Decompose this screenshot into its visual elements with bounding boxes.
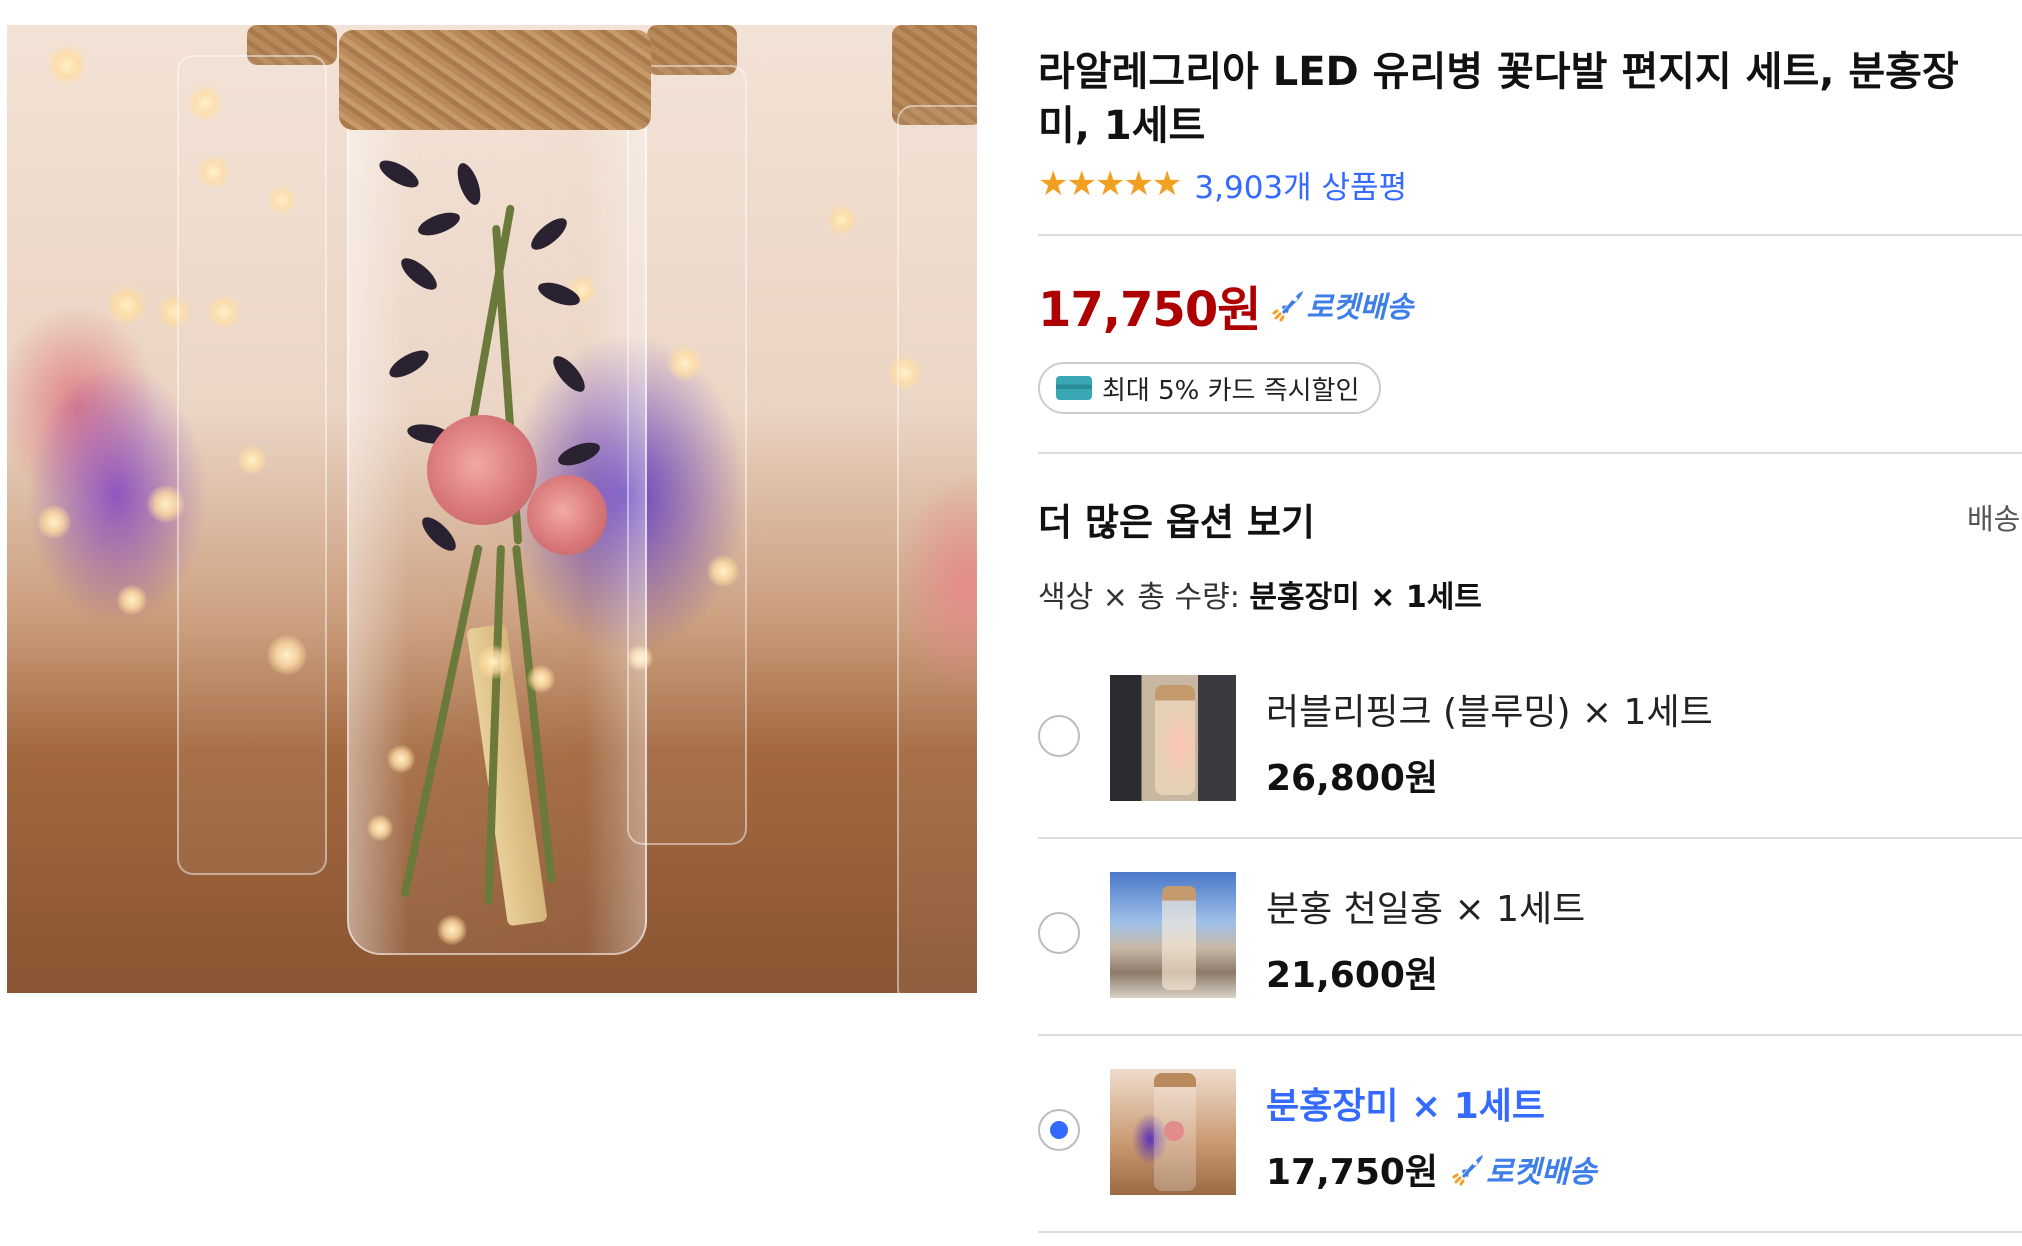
option-thumbnail [1110,675,1236,801]
divider [1038,1231,2022,1233]
option-row[interactable]: 분홍 천일홍 × 1세트 21,600원 [1038,840,2022,1036]
card-discount-text: 최대 5% 카드 즉시할인 [1102,375,1360,406]
product-title: 라알레그리아 LED 유리병 꽃다발 편지지 세트, 분홍장미, 1세트 [1038,49,1959,149]
option-thumbnail [1110,1069,1236,1195]
rocket-delivery-badge: 로켓배송 [1452,1147,1596,1191]
divider [1038,837,2022,839]
option-row[interactable]: 러블리핑크 (블루밍) × 1세트 26,800원 [1038,643,2022,839]
rating-row[interactable]: ★★★★★ 3,903개 상품평 [1038,162,1407,207]
rocket-icon [1452,1152,1486,1186]
option-radio[interactable] [1038,715,1080,757]
product-price: 17,750원 [1038,282,1261,338]
review-count-link[interactable]: 3,903개 상품평 [1194,162,1407,207]
card-discount-badge[interactable]: 최대 5% 카드 즉시할인 [1038,362,1382,414]
option-price: 21,600원 [1266,955,1439,996]
selected-option-summary: 색상 × 총 수량: 분홍장미 × 1세트 [1038,572,1482,616]
option-name: 러블리핑크 (블루밍) × 1세트 [1266,692,1713,733]
card-icon [1056,376,1092,400]
divider [1038,234,2022,236]
option-name: 분홍 천일홍 × 1세트 [1266,889,1586,930]
option-row-selected[interactable]: 분홍장미 × 1세트 17,750원 로켓배송 [1038,1037,2022,1233]
divider [1038,1034,2022,1036]
option-price: 26,800원 [1266,758,1439,799]
options-heading: 더 많은 옵션 보기 [1038,501,1315,544]
selection-prefix: 색상 × 총 수량: [1038,580,1250,615]
divider [1038,452,2022,454]
rocket-icon [1272,288,1306,322]
selection-value: 분홍장미 × 1세트 [1249,580,1482,615]
option-price: 17,750원 로켓배송 [1266,1143,1596,1195]
option-thumbnail [1110,872,1236,998]
star-rating-icon: ★★★★★ [1038,164,1182,204]
price-row: 17,750원 로켓배송 [1038,270,1413,340]
rocket-delivery-badge: 로켓배송 [1272,284,1413,326]
shipping-label[interactable]: 배송 [1967,496,2020,538]
product-main-image[interactable] [7,25,977,993]
option-radio-checked[interactable] [1038,1109,1080,1151]
option-name: 분홍장미 × 1세트 [1266,1086,1545,1127]
option-radio[interactable] [1038,912,1080,954]
